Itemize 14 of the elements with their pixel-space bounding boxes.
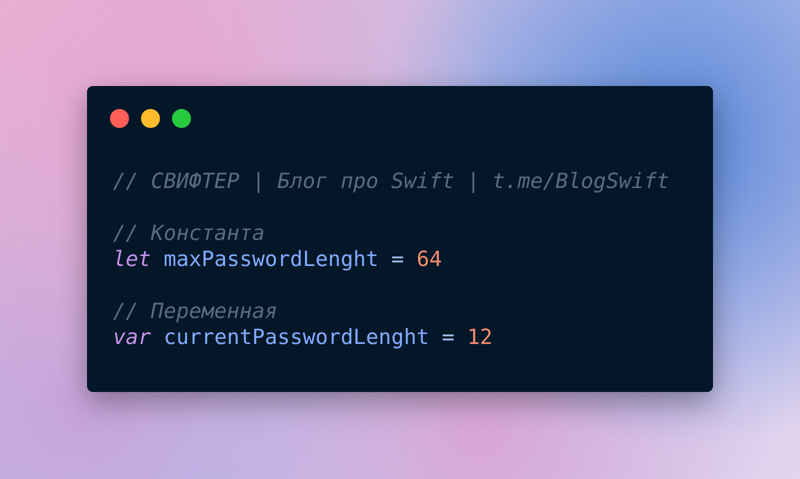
code-identifier: maxPasswordLenght — [164, 246, 379, 272]
code-number: 64 — [416, 246, 442, 272]
window-control-dot-icon[interactable] — [172, 109, 191, 128]
code-keyword: var — [113, 324, 151, 350]
code-keyword: let — [113, 246, 151, 272]
code-operator: = — [442, 324, 454, 350]
code-number: 12 — [467, 324, 492, 350]
code-operator: = — [391, 246, 404, 272]
code-identifier: currentPasswordLenght — [164, 324, 430, 350]
code-comment: // СВИФТЕР | Блог про Swift | t.me/BlogSwift — [113, 168, 670, 194]
code-comment: // Переменная — [113, 298, 278, 324]
window-control-dot-icon[interactable] — [141, 109, 160, 128]
code-comment: // Константа — [113, 220, 265, 246]
window-control-dot-icon[interactable] — [110, 109, 129, 128]
